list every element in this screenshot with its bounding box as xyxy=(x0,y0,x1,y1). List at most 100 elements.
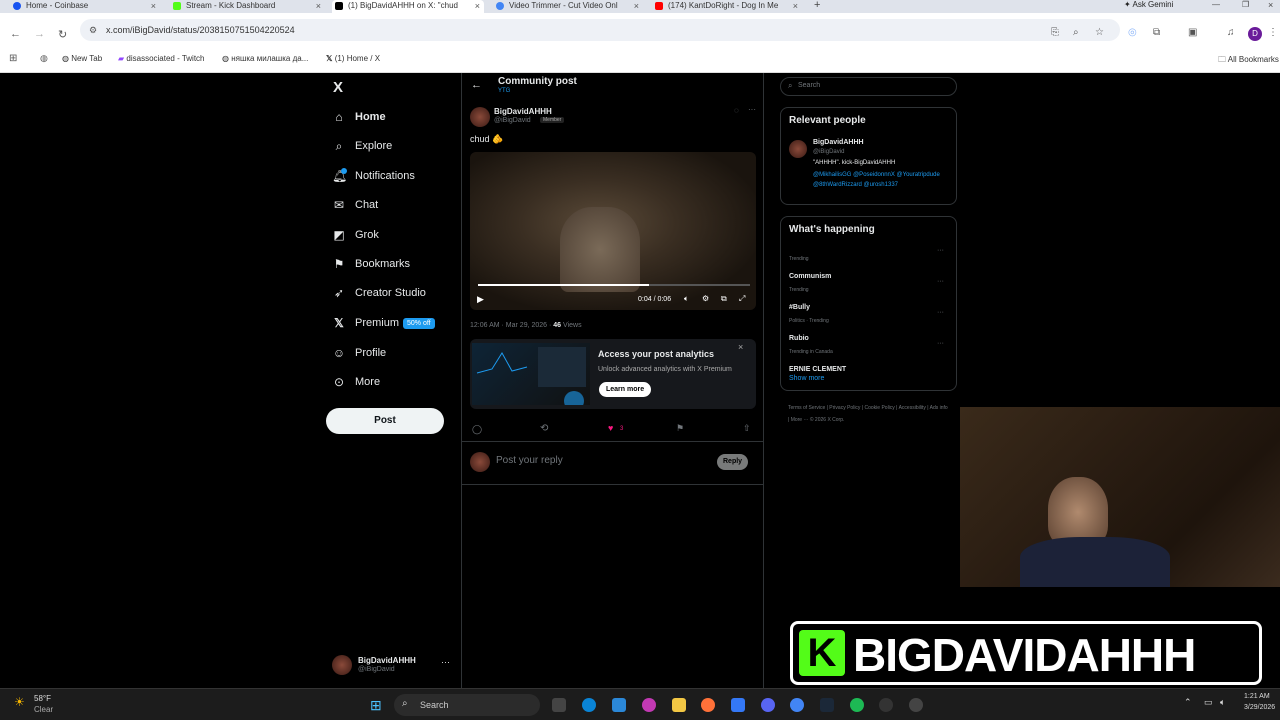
obs-icon[interactable] xyxy=(909,698,923,712)
video-player[interactable]: ▶ 0:04 / 0:06 🔈︎ ⚙ ⧉ ⤢ xyxy=(470,152,756,310)
app-icon[interactable] xyxy=(731,698,745,712)
close-icon[interactable]: × xyxy=(738,342,743,352)
bookmark-x-home[interactable]: 𝕏 (1) Home / X xyxy=(326,54,380,63)
tab-x-post[interactable]: (1) BigDavidAHHH on X: "chud × xyxy=(332,0,484,13)
reply-button[interactable]: Reply xyxy=(717,454,749,470)
x-logo[interactable]: X xyxy=(333,79,343,96)
site-info-icon[interactable]: ⚙ xyxy=(89,19,97,41)
close-icon[interactable]: × xyxy=(475,0,480,12)
trend-more-icon[interactable]: ··· xyxy=(937,340,944,347)
tab-kick[interactable]: Stream - Kick Dashboard × xyxy=(170,0,325,13)
tab-title: (1) BigDavidAHHH on X: "chud xyxy=(348,1,458,10)
media-player-icon[interactable] xyxy=(879,698,893,712)
grok-post-icon[interactable]: ◌ xyxy=(734,106,739,115)
spotify-icon[interactable] xyxy=(850,698,864,712)
chrome-icon[interactable] xyxy=(790,698,804,712)
like-icon[interactable]: ♥ xyxy=(608,423,613,433)
new-tab-icon[interactable]: + xyxy=(814,0,820,11)
settings-icon[interactable]: ⚙ xyxy=(702,294,709,303)
all-bookmarks[interactable]: 🗀 All Bookmarks xyxy=(1218,54,1279,68)
zoom-icon[interactable]: ⌕ xyxy=(1073,27,1079,38)
person-avatar[interactable] xyxy=(789,140,807,158)
post-more-icon[interactable]: ··· xyxy=(748,105,756,114)
coinbase-icon xyxy=(13,2,21,10)
learn-more-button[interactable]: Learn more xyxy=(599,382,652,397)
play-icon[interactable]: ▶ xyxy=(477,294,484,305)
close-icon[interactable]: × xyxy=(316,0,321,12)
back-icon[interactable]: ← xyxy=(10,28,21,40)
tab-coinbase[interactable]: Home - Coinbase × xyxy=(10,0,160,13)
network-icon[interactable]: ▭ xyxy=(1204,697,1213,708)
edge-icon[interactable] xyxy=(582,698,596,712)
star-icon[interactable]: ☆ xyxy=(1095,27,1104,38)
author-avatar[interactable] xyxy=(470,107,490,127)
restore-icon[interactable]: ❐ xyxy=(1242,0,1249,9)
install-icon[interactable]: ⎘ xyxy=(1051,27,1059,38)
url-input[interactable]: ⚙ x.com/iBigDavid/status/203815075150422… xyxy=(80,19,1120,41)
clock-date[interactable]: 3/29/2026 xyxy=(1244,704,1275,711)
windows-start-icon[interactable]: ⊞ xyxy=(370,697,382,714)
tray-chevron-icon[interactable]: ⌃ xyxy=(1184,697,1192,708)
trend-more-icon[interactable]: ··· xyxy=(937,278,944,285)
reload-icon[interactable]: ↻ xyxy=(58,28,67,41)
search-input[interactable]: ⌕ Search xyxy=(780,77,957,96)
discord-icon[interactable] xyxy=(761,698,775,712)
firefox-icon[interactable] xyxy=(701,698,715,712)
share-icon[interactable]: ⇧ xyxy=(743,423,751,434)
reply-input[interactable]: Post your reply xyxy=(496,455,563,466)
volume-icon[interactable]: 🔈︎ xyxy=(684,294,689,304)
apps-icon[interactable]: ⊞ xyxy=(9,53,17,64)
bookmark-action-icon[interactable]: ⚑ xyxy=(676,423,684,434)
minimize-icon[interactable]: — xyxy=(1212,0,1220,9)
trend-more-icon[interactable]: ··· xyxy=(937,247,944,254)
tab-youtube[interactable]: (174) KantDoRight - Dog In Me × xyxy=(652,0,802,13)
video-progress-track[interactable] xyxy=(478,284,750,286)
trend-more-icon[interactable]: ··· xyxy=(937,309,944,316)
post-button[interactable]: Post xyxy=(326,408,444,434)
tab-video-trimmer[interactable]: Video Trimmer - Cut Video Onl × xyxy=(493,0,643,13)
forward-icon[interactable]: → xyxy=(34,28,45,40)
explorer-icon[interactable] xyxy=(672,698,686,712)
puzzle-icon[interactable]: ⧉ xyxy=(1153,27,1160,38)
bookmark-nyashka[interactable]: ◍ няшка милашка да... xyxy=(222,54,308,63)
community-tag[interactable]: YTG xyxy=(498,88,510,94)
footer-links[interactable]: Terms of Service | Privacy Policy | Cook… xyxy=(788,402,948,426)
trend-item[interactable]: Trending in Canada ERNIE CLEMENT ··· xyxy=(789,340,949,376)
person-handle[interactable]: @iBigDavid xyxy=(813,149,844,155)
close-window-icon[interactable]: × xyxy=(1268,0,1273,10)
extension-icon[interactable]: ◎ xyxy=(1128,27,1137,38)
account-name: BigDavidAHHH xyxy=(358,656,416,665)
account-more-icon[interactable]: ··· xyxy=(441,657,450,667)
person-links[interactable]: @MikhailisGG @PoseidonnnX @Youratripdude… xyxy=(813,170,941,190)
close-icon[interactable]: × xyxy=(151,0,156,12)
speaker-icon[interactable]: 🔈︎ xyxy=(1220,697,1225,708)
reply-icon[interactable]: ◯ xyxy=(472,424,482,435)
show-more-link[interactable]: Show more xyxy=(789,375,824,382)
bookmark-new-tab[interactable]: ◍ New Tab xyxy=(62,54,102,63)
task-view-icon[interactable] xyxy=(552,698,566,712)
store-icon[interactable] xyxy=(612,698,626,712)
globe-icon[interactable]: ◍ xyxy=(40,53,48,64)
bookmark-twitch[interactable]: ▰ disassociated - Twitch xyxy=(118,54,205,63)
person-name[interactable]: BigDavidAHHH xyxy=(813,139,864,146)
close-icon[interactable]: × xyxy=(634,0,639,12)
whats-happening-card: What's happening Trending Communism ··· … xyxy=(780,216,957,391)
clock-time[interactable]: 1:21 AM xyxy=(1244,693,1270,700)
ask-gemini-button[interactable]: ✦ Ask Gemini xyxy=(1124,0,1173,9)
fullscreen-icon[interactable]: ⤢ xyxy=(739,294,745,304)
steam-icon[interactable] xyxy=(820,698,834,712)
copilot-icon[interactable] xyxy=(642,698,656,712)
weather-icon[interactable]: ☀ xyxy=(14,695,25,709)
pip-icon[interactable]: ⧉ xyxy=(721,294,727,304)
author-name[interactable]: BigDavidAHHH xyxy=(494,107,552,116)
taskbar-search[interactable]: ⌕ Search xyxy=(394,694,540,716)
account-avatar[interactable] xyxy=(332,655,352,675)
back-arrow-icon[interactable]: ← xyxy=(471,79,482,91)
media-icon[interactable]: ♫ xyxy=(1227,27,1235,38)
profile-avatar[interactable]: D xyxy=(1248,27,1262,41)
close-icon[interactable]: × xyxy=(793,0,798,12)
sidepanel-icon[interactable]: ▣ xyxy=(1188,27,1197,38)
author-handle[interactable]: @iBigDavid xyxy=(494,117,531,124)
menu-icon[interactable]: ⋮ xyxy=(1268,27,1278,38)
repost-icon[interactable]: ⟲ xyxy=(540,423,548,434)
